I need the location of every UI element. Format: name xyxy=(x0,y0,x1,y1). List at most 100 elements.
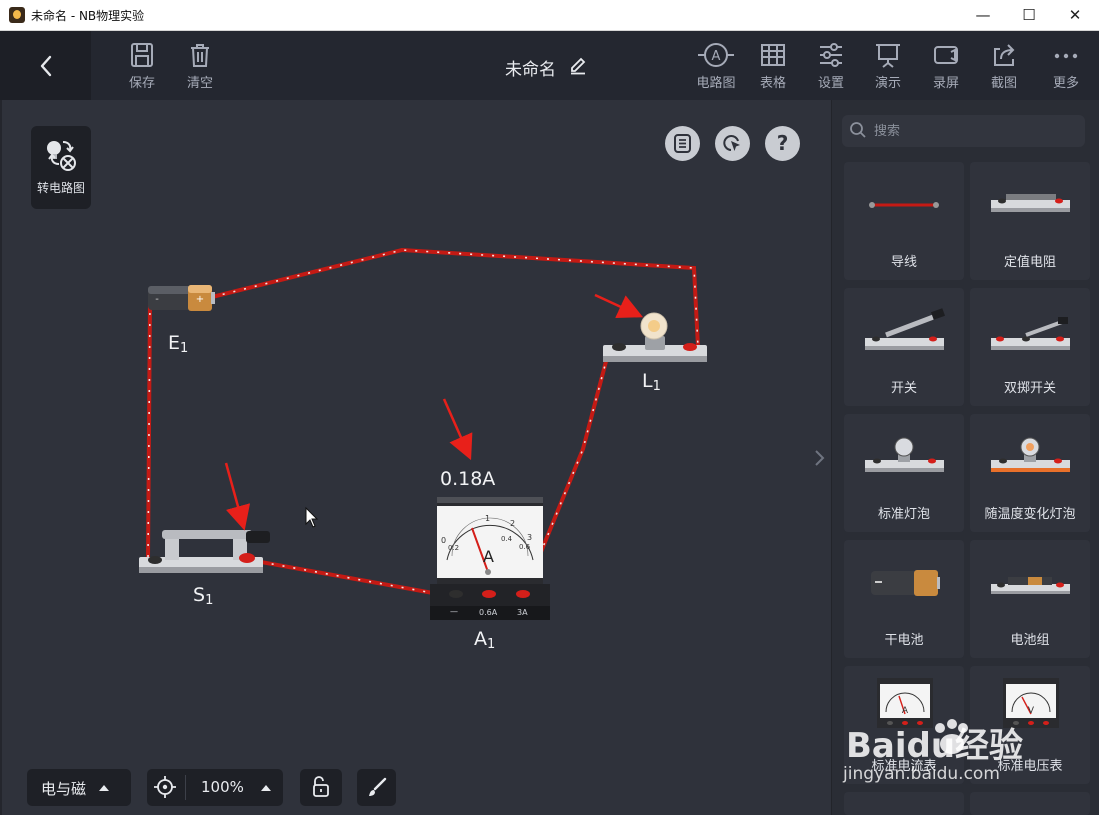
arrow-to-lamp xyxy=(594,293,644,319)
clear-label: 清空 xyxy=(186,76,213,91)
record-screen-button[interactable]: 录屏 xyxy=(920,42,972,94)
svg-text:A: A xyxy=(902,706,909,716)
battery-label: E1 xyxy=(168,332,189,356)
convert-to-diagram-button[interactable]: 转电路图 xyxy=(31,126,91,209)
lamp-label: L1 xyxy=(642,370,661,394)
ammeter-scale-0: 0 xyxy=(441,536,447,545)
bulb-icon xyxy=(865,437,944,472)
convert-label: 转电路图 xyxy=(36,181,85,195)
more-label: 更多 xyxy=(1052,76,1079,91)
help-button[interactable]: ? xyxy=(765,126,800,161)
palette-item-switch[interactable]: 开关 xyxy=(844,288,964,406)
document-title[interactable]: 未命名 xyxy=(505,55,556,80)
arrow-to-switch xyxy=(224,462,251,531)
more-button[interactable]: 更多 xyxy=(1040,42,1092,94)
palette-item-standard-bulb[interactable]: 标准灯泡 xyxy=(844,414,964,532)
svg-text:-: - xyxy=(155,294,159,305)
circuit-ammeter-symbol-icon: A xyxy=(698,43,734,67)
pencil-edit-icon[interactable] xyxy=(569,57,587,75)
window-titlebar: 未命名 - NB物理实验 — ☐ ✕ xyxy=(0,0,1099,31)
category-dropdown[interactable]: 电与磁 xyxy=(27,769,131,806)
svg-text:A: A xyxy=(712,49,721,64)
help-question-icon: ? xyxy=(776,131,789,155)
annotation-arrows xyxy=(224,293,644,531)
palette-label: 干电池 xyxy=(884,633,924,648)
save-button[interactable]: 保存 xyxy=(116,42,168,94)
palette-item-battery[interactable]: 干电池 xyxy=(844,540,964,658)
clear-button[interactable]: 清空 xyxy=(174,42,226,94)
save-label: 保存 xyxy=(128,76,155,91)
palette-label: 标准灯泡 xyxy=(877,507,930,522)
wire-icon xyxy=(869,202,939,208)
watermark-url: jingyan.baidu.com xyxy=(843,764,1000,784)
present-button[interactable]: 演示 xyxy=(862,42,914,94)
search-icon xyxy=(850,122,866,138)
settings-label: 设置 xyxy=(817,76,844,91)
maximize-button[interactable]: ☐ xyxy=(1006,0,1052,31)
table-label: 表格 xyxy=(759,76,786,91)
watermark-brand: Baidu经验 xyxy=(846,726,1024,766)
collapse-panel-chevron-icon[interactable] xyxy=(813,449,827,467)
present-label: 演示 xyxy=(874,76,901,91)
wires[interactable] xyxy=(146,247,700,599)
battery-e1[interactable]: + - xyxy=(148,285,215,311)
lamp-l1[interactable] xyxy=(603,312,707,362)
palette-item-partial[interactable] xyxy=(970,792,1090,815)
sliders-icon xyxy=(820,43,842,67)
paint-brush-icon xyxy=(369,777,387,796)
palette-label: 电池组 xyxy=(1010,633,1050,648)
palette-item-resistor[interactable]: 定值电阻 xyxy=(970,162,1090,280)
search-input[interactable] xyxy=(874,121,1074,141)
video-camera-icon xyxy=(934,46,958,64)
ammeter-terminal-minus: — xyxy=(450,607,458,616)
back-button[interactable] xyxy=(0,31,91,100)
palette-label: 定值电阻 xyxy=(1003,255,1056,270)
screenshot-label: 截图 xyxy=(990,76,1017,91)
top-toolbar: 保存 清空 未命名 A 电路图 表格 设置 演示 录屏 截图 更多 xyxy=(0,31,1099,100)
screenshot-button[interactable]: 截图 xyxy=(978,42,1030,94)
close-window-button[interactable]: ✕ xyxy=(1052,0,1098,31)
record-screen-label: 录屏 xyxy=(932,76,959,91)
table-button[interactable]: 表格 xyxy=(747,42,799,94)
minimize-button[interactable]: — xyxy=(960,0,1006,31)
palette-label: 导线 xyxy=(890,255,917,270)
palette-item-battery-pack[interactable]: 电池组 xyxy=(970,540,1090,658)
resistor-icon xyxy=(991,194,1070,212)
zoom-divider xyxy=(185,775,186,800)
switch-label: S1 xyxy=(193,584,214,608)
palette-search[interactable] xyxy=(842,115,1085,147)
lock-button[interactable] xyxy=(300,769,342,806)
palette-item-double-throw-switch[interactable]: 双掷开关 xyxy=(970,288,1090,406)
palette-item-partial[interactable] xyxy=(844,792,964,815)
dropdown-caret-icon xyxy=(99,785,109,791)
back-arrow-icon xyxy=(40,55,52,77)
select-pointer-button[interactable] xyxy=(715,126,750,161)
app-logo-icon xyxy=(9,7,25,23)
zoom-control[interactable]: 100% xyxy=(147,769,283,806)
svg-text:V: V xyxy=(1028,706,1035,716)
locate-target-icon[interactable] xyxy=(153,775,177,799)
convert-bulb-icon xyxy=(47,141,76,171)
palette-item-wire[interactable]: 导线 xyxy=(844,162,964,280)
ammeter-scale-04: 0.4 xyxy=(501,535,513,543)
zoom-level: 100% xyxy=(201,778,244,796)
category-value: 电与磁 xyxy=(41,780,87,798)
more-dots-icon xyxy=(1054,53,1078,59)
list-button[interactable] xyxy=(665,126,700,161)
palette-label: 双掷开关 xyxy=(1003,381,1056,396)
battery-pack-icon xyxy=(991,577,1070,594)
brush-button[interactable] xyxy=(357,769,396,806)
ammeter-label: A1 xyxy=(474,628,496,652)
circuit-diagram-label: 电路图 xyxy=(696,76,736,91)
switch-s1[interactable] xyxy=(139,530,270,573)
double-throw-switch-icon xyxy=(991,317,1070,350)
circuit-diagram-button[interactable]: A 电路图 xyxy=(690,42,742,94)
ammeter-scale-02: 0.2 xyxy=(448,544,460,552)
ammeter-terminal-3a: 3A xyxy=(517,608,528,617)
list-icon xyxy=(674,134,691,153)
palette-label: 开关 xyxy=(890,381,917,396)
settings-button[interactable]: 设置 xyxy=(805,42,857,94)
window-title: 未命名 - NB物理实验 xyxy=(31,9,145,23)
palette-item-thermal-bulb[interactable]: 随温度变化灯泡 xyxy=(970,414,1090,532)
mouse-pointer-icon xyxy=(305,506,319,528)
